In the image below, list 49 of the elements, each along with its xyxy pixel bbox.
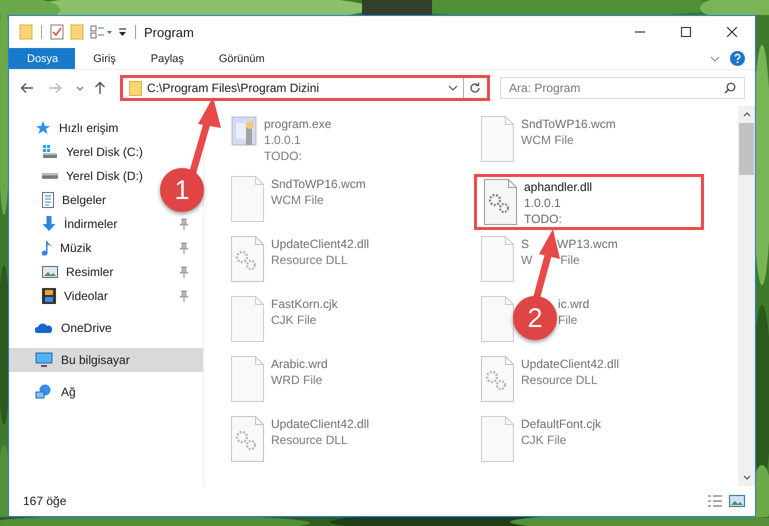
file-name: S xyxy=(521,236,530,252)
ribbon-tab[interactable]: Paylaş xyxy=(132,48,201,69)
sidebar-item[interactable]: Resimler xyxy=(42,262,114,282)
file-detail: 1.0.0.1 xyxy=(524,195,561,211)
file-detail: Resource DLL xyxy=(271,432,348,448)
file-detail: WRD File xyxy=(271,372,322,388)
address-path: C:\Program Files\Program Dizini xyxy=(147,81,320,95)
file-name: SndToWP16.wcm xyxy=(271,176,366,192)
ribbon-tab[interactable]: Giriş xyxy=(75,48,133,69)
file-detail: Resource DLL xyxy=(521,372,598,388)
file-name: FastKorn.cjk xyxy=(271,296,338,312)
file-name: UpdateClient42.dll xyxy=(521,356,620,372)
file-detail: WCM File xyxy=(521,132,574,148)
file-name: program.exe xyxy=(264,116,332,132)
sidebar-item[interactable]: Belgeler xyxy=(42,190,106,210)
file-detail: CJK File xyxy=(521,432,566,448)
file-detail: TODO: xyxy=(524,211,562,227)
ribbon-tab[interactable]: Dosya xyxy=(9,48,76,69)
sidebar-item[interactable]: Yerel Disk (D:) xyxy=(42,166,143,186)
sidebar-item[interactable]: Hızlı erişim xyxy=(35,118,118,138)
file-detail: 1.0.0.1 xyxy=(264,132,301,148)
address-bar[interactable]: C:\Program Files\Program Dizini xyxy=(120,75,490,101)
file-detail: TODO: xyxy=(264,148,302,164)
sidebar-item[interactable]: Bu bilgisayar xyxy=(35,350,130,370)
file-name: SndToWP16.wcm xyxy=(521,116,616,132)
ribbon-tab[interactable]: Görünüm xyxy=(200,48,282,69)
file-name: UpdateClient42.dll xyxy=(271,416,370,432)
item-count: 167 öğe xyxy=(23,494,66,508)
file-name: WP13.wcm xyxy=(556,236,618,252)
window-title: Program xyxy=(144,24,194,40)
sidebar-item[interactable]: Müzik xyxy=(42,238,92,258)
sidebar-item[interactable]: OneDrive xyxy=(35,318,112,338)
file-detail: Resource DLL xyxy=(271,252,348,268)
file-detail: WCM File xyxy=(271,192,324,208)
file-item[interactable]: aphandler.dll 1.0.0.1 TODO: xyxy=(474,174,704,230)
file-detail: CJK File xyxy=(271,312,316,328)
file-name: DefaultFont.cjk xyxy=(521,416,602,432)
search-field[interactable]: Ara: Program xyxy=(500,77,745,99)
sidebar-item[interactable]: Ağ xyxy=(35,382,76,402)
sidebar-item[interactable]: Yerel Disk (C:) xyxy=(42,142,143,162)
file-name: ic.wrd xyxy=(557,296,590,312)
file-detail: File xyxy=(559,252,580,268)
file-detail: File xyxy=(557,312,578,328)
sidebar-item[interactable]: Videolar xyxy=(42,286,108,306)
file-detail: W xyxy=(521,252,532,268)
file-name: aphandler.dll xyxy=(524,179,592,195)
file-name: UpdateClient42.dll xyxy=(271,236,370,252)
sidebar-item[interactable]: İndirmeler xyxy=(42,214,118,234)
file-name: Arabic.wrd xyxy=(271,356,328,372)
